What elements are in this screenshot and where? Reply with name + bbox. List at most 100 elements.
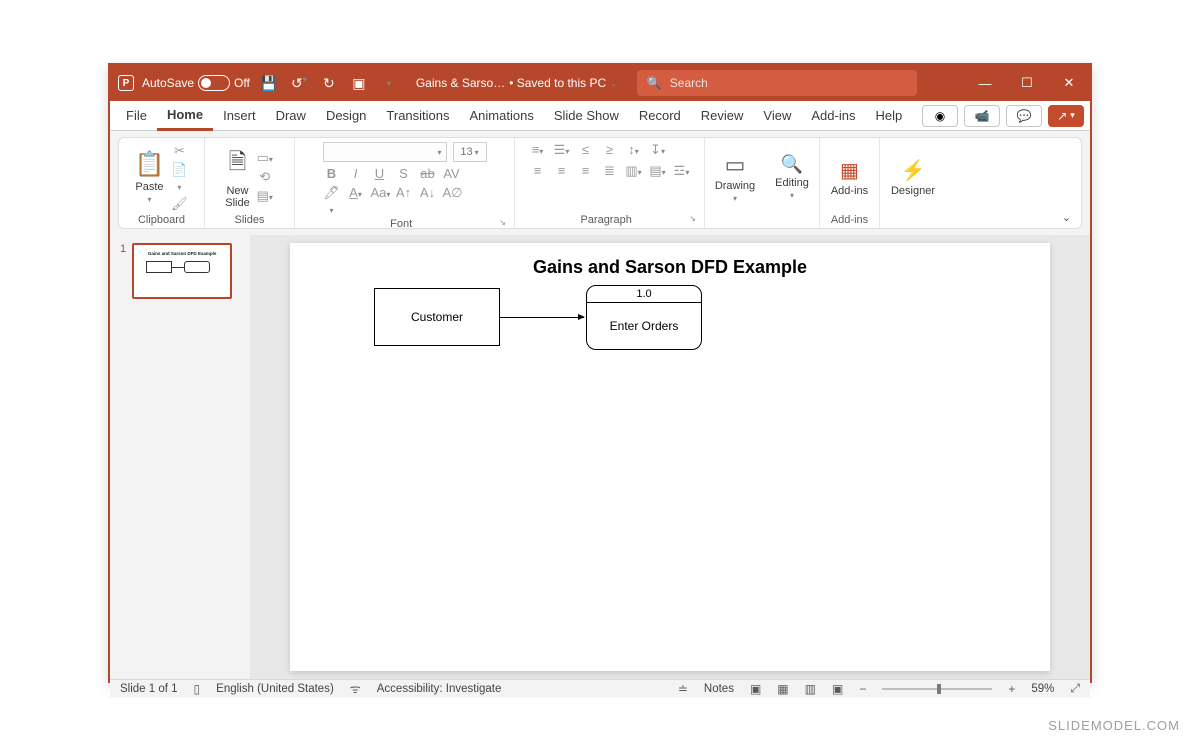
editing-button[interactable]: 🔍 Editing ▾: [775, 154, 809, 200]
bold-button[interactable]: B: [323, 166, 341, 181]
group-font-label: Font: [303, 218, 499, 230]
editing-label: Editing: [775, 177, 809, 189]
zoom-in-button[interactable]: +: [1008, 682, 1015, 696]
tab-record[interactable]: Record: [629, 101, 691, 131]
tab-slideshow[interactable]: Slide Show: [544, 101, 629, 131]
qat-more-icon[interactable]: ▾: [378, 79, 400, 88]
paste-button[interactable]: 📋 Paste ▾: [135, 150, 165, 204]
autosave-label: AutoSave: [142, 76, 194, 90]
clear-formatting-button[interactable]: A∅: [443, 185, 461, 216]
save-icon[interactable]: 💾: [258, 75, 280, 92]
reading-view-icon[interactable]: ▥: [805, 682, 816, 696]
tab-view[interactable]: View: [753, 101, 801, 131]
shrink-font-button[interactable]: A↓: [419, 185, 437, 216]
grow-font-button[interactable]: A↑: [395, 185, 413, 216]
present-share-button[interactable]: 📹: [964, 105, 1000, 127]
tab-home[interactable]: Home: [157, 101, 213, 131]
group-clipboard: 📋 Paste ▾ ✂ 📄▾ 🖌 Clipboard: [119, 138, 205, 228]
tab-animations[interactable]: Animations: [460, 101, 544, 131]
format-painter-icon[interactable]: 🖌: [170, 196, 188, 212]
layout-icon[interactable]: ▭▾: [256, 150, 274, 166]
dfd-process-enter-orders[interactable]: 1.0 Enter Orders: [586, 285, 702, 350]
document-name[interactable]: Gains & Sarso…: [416, 76, 505, 90]
cut-icon[interactable]: ✂: [170, 143, 188, 159]
zoom-level[interactable]: 59%: [1031, 683, 1054, 695]
tab-transitions[interactable]: Transitions: [376, 101, 459, 131]
indent-dec-button[interactable]: ≤: [577, 142, 595, 158]
highlight-button[interactable]: A▾: [347, 185, 365, 216]
designer-button[interactable]: ⚡ Designer: [891, 158, 935, 197]
tab-design[interactable]: Design: [316, 101, 376, 131]
font-size-dropdown[interactable]: 13▾: [453, 142, 487, 162]
bullets-button[interactable]: ≡▾: [529, 142, 547, 158]
text-direction-button[interactable]: ↧▾: [649, 142, 667, 158]
close-button[interactable]: ✕: [1048, 65, 1090, 101]
autosave-toggle[interactable]: AutoSave Off: [142, 75, 250, 91]
tab-help[interactable]: Help: [865, 101, 912, 131]
group-editing: 🔍 Editing ▾: [765, 138, 820, 228]
present-icon[interactable]: ▣: [348, 75, 370, 92]
sorter-view-icon[interactable]: ▦: [777, 682, 788, 696]
copy-icon[interactable]: 📄▾: [170, 162, 188, 193]
tab-addins[interactable]: Add-ins: [801, 101, 865, 131]
align-center-button[interactable]: ≡: [553, 163, 571, 179]
columns-button[interactable]: ▥▾: [625, 163, 643, 179]
new-slide-button[interactable]: 🗎 New Slide: [225, 145, 249, 209]
new-slide-label: New Slide: [225, 185, 249, 209]
line-spacing-button[interactable]: ↕▾: [625, 142, 643, 158]
tab-review[interactable]: Review: [691, 101, 754, 131]
paste-label: Paste: [135, 181, 163, 193]
font-launcher-icon[interactable]: ↘: [499, 218, 506, 230]
zoom-slider[interactable]: [882, 688, 992, 690]
slide-canvas[interactable]: Gains and Sarson DFD Example Customer 1.…: [290, 243, 1050, 671]
drawing-button[interactable]: ▭ Drawing ▾: [715, 152, 755, 203]
tab-draw[interactable]: Draw: [266, 101, 316, 131]
accessibility-label[interactable]: Accessibility: Investigate: [377, 683, 502, 695]
align-text-button[interactable]: ▤▾: [649, 163, 667, 179]
align-right-button[interactable]: ≡: [577, 163, 595, 179]
shadow-button[interactable]: S: [395, 166, 413, 181]
char-spacing-button[interactable]: AV: [443, 166, 461, 181]
notes-button[interactable]: Notes: [704, 683, 734, 695]
tab-file[interactable]: File: [116, 101, 157, 131]
language-label[interactable]: English (United States): [216, 683, 334, 695]
slide-thumbnail-1[interactable]: Gains and Sarson DFD Example: [132, 243, 232, 299]
section-icon[interactable]: ▤▾: [256, 188, 274, 204]
tab-insert[interactable]: Insert: [213, 101, 266, 131]
change-case-button[interactable]: Aa▾: [371, 185, 389, 216]
saved-status[interactable]: • Saved to this PC: [509, 76, 606, 90]
strike-button[interactable]: ab: [419, 166, 437, 181]
fit-window-icon[interactable]: ⤢: [1070, 681, 1080, 696]
indent-inc-button[interactable]: ≥: [601, 142, 619, 158]
collapse-ribbon-icon[interactable]: ⌄: [1062, 211, 1071, 224]
chevron-down-icon[interactable]: ⌄: [610, 79, 617, 88]
italic-button[interactable]: I: [347, 166, 365, 181]
numbering-button[interactable]: ☰▾: [553, 142, 571, 158]
font-color-button[interactable]: 🖊▾: [323, 185, 341, 216]
align-left-button[interactable]: ≡: [529, 163, 547, 179]
addins-button[interactable]: ▦ Add-ins: [831, 158, 868, 197]
slide-title[interactable]: Gains and Sarson DFD Example: [290, 257, 1050, 278]
normal-view-icon[interactable]: ▣: [750, 682, 761, 696]
zoom-out-button[interactable]: −: [859, 682, 866, 696]
underline-button[interactable]: U: [371, 166, 389, 181]
addins-btn-label: Add-ins: [831, 185, 868, 197]
comments-button[interactable]: 💬: [1006, 105, 1042, 127]
camera-record-button[interactable]: ◉: [922, 105, 958, 127]
share-button[interactable]: ↗▾: [1048, 105, 1084, 127]
smartart-button[interactable]: ☲▾: [673, 163, 691, 179]
search-box[interactable]: 🔍 Search: [637, 70, 917, 96]
dfd-entity-customer[interactable]: Customer: [374, 288, 500, 346]
reset-icon[interactable]: ⟲: [256, 169, 274, 185]
slide-counter[interactable]: Slide 1 of 1: [120, 683, 178, 695]
redo-icon[interactable]: ↻: [318, 75, 340, 92]
undo-icon[interactable]: ↺▾: [288, 75, 310, 92]
paragraph-launcher-icon[interactable]: ↘: [689, 214, 696, 226]
dfd-arrow[interactable]: [500, 317, 584, 318]
slideshow-view-icon[interactable]: ▣: [832, 682, 843, 696]
justify-button[interactable]: ≣: [601, 163, 619, 179]
slide-editor[interactable]: Gains and Sarson DFD Example Customer 1.…: [250, 235, 1090, 679]
font-family-dropdown[interactable]: ▾: [323, 142, 447, 162]
maximize-button[interactable]: ☐: [1006, 65, 1048, 101]
minimize-button[interactable]: —: [964, 65, 1006, 101]
